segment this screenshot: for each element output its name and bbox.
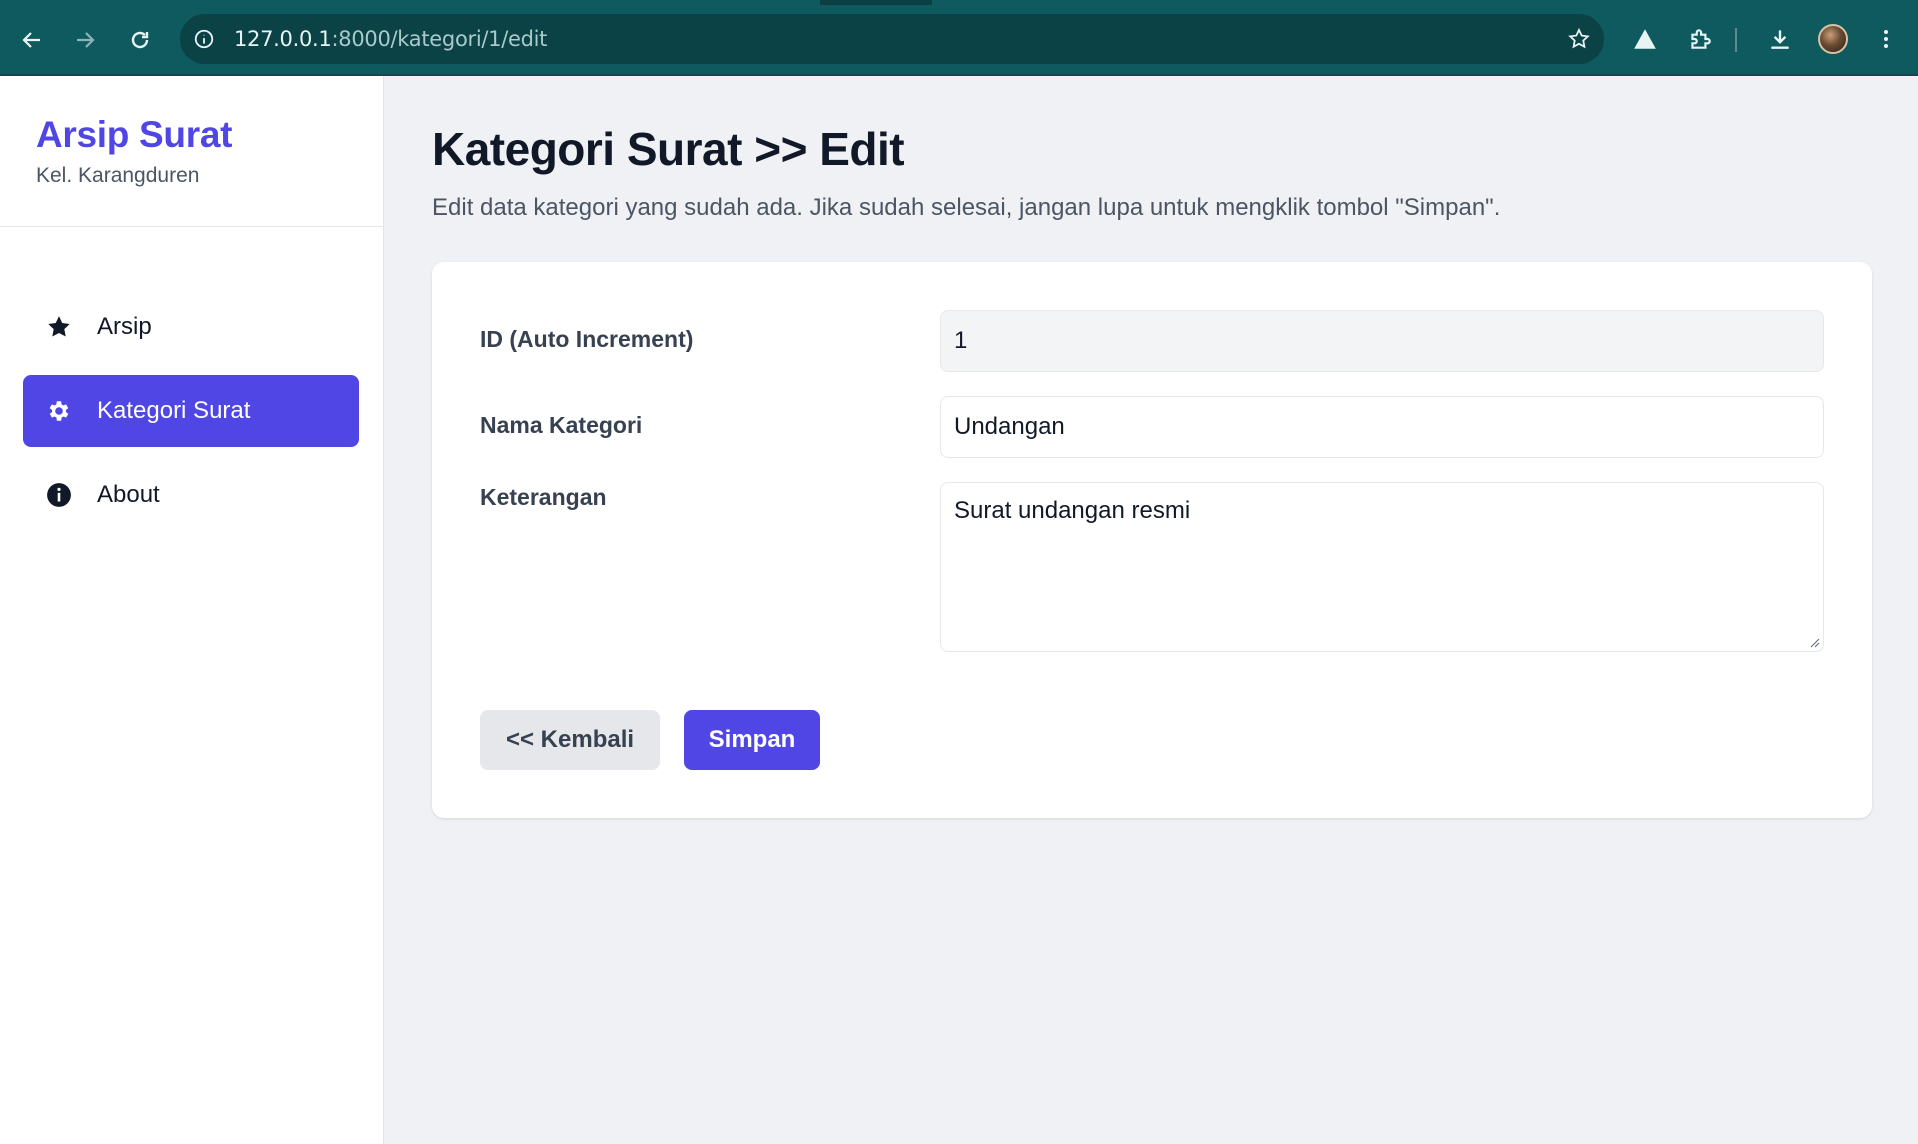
url-path: :8000/kategori/1/edit <box>331 27 548 51</box>
menu-dots-icon[interactable] <box>1869 22 1903 56</box>
star-icon <box>45 313 73 341</box>
brand-subtitle: Kel. Karangduren <box>36 164 200 187</box>
address-bar[interactable]: 127.0.0.1:8000/kategori/1/edit <box>180 14 1604 64</box>
page-title: Kategori Surat >> Edit <box>432 123 905 175</box>
extensions-puzzle-icon[interactable] <box>1683 22 1717 56</box>
browser-toolbar: 127.0.0.1:8000/kategori/1/edit <box>0 0 1918 76</box>
keterangan-value: Surat undangan resmi <box>954 497 1191 524</box>
extension-triangle-icon[interactable] <box>1628 22 1662 56</box>
nama-kategori-input[interactable]: Undangan <box>940 396 1824 458</box>
page-description: Edit data kategori yang sudah ada. Jika … <box>432 194 1501 221</box>
back-arrow-icon[interactable] <box>14 22 50 58</box>
id-field: 1 <box>940 310 1824 372</box>
profile-avatar[interactable] <box>1818 24 1848 54</box>
brand-title[interactable]: Arsip Surat <box>36 114 232 156</box>
nama-kategori-label: Nama Kategori <box>480 412 643 438</box>
keterangan-textarea[interactable]: Surat undangan resmi <box>940 482 1824 652</box>
id-label: ID (Auto Increment) <box>480 326 694 352</box>
back-button[interactable]: << Kembali <box>480 710 660 770</box>
url-text[interactable]: 127.0.0.1:8000/kategori/1/edit <box>234 27 547 51</box>
sidebar: Arsip Surat Kel. Karangduren Arsip Kateg… <box>0 76 384 1144</box>
sidebar-item-arsip[interactable]: Arsip <box>23 291 359 363</box>
keterangan-label: Keterangan <box>480 484 607 510</box>
browser-tab[interactable] <box>932 0 1918 5</box>
site-info-icon[interactable] <box>192 27 216 51</box>
sidebar-item-label: Arsip <box>97 313 152 340</box>
download-icon[interactable] <box>1763 22 1797 56</box>
info-icon <box>45 481 73 509</box>
toolbar-divider <box>1735 28 1737 52</box>
forward-arrow-icon[interactable] <box>67 22 103 58</box>
gear-icon <box>45 397 73 425</box>
reload-icon[interactable] <box>122 22 158 58</box>
bookmark-star-icon[interactable] <box>1566 26 1592 52</box>
resize-handle-icon[interactable] <box>1808 636 1820 648</box>
nama-kategori-value: Undangan <box>954 413 1065 440</box>
id-value: 1 <box>954 327 968 354</box>
sidebar-item-about[interactable]: About <box>23 459 359 531</box>
save-button[interactable]: Simpan <box>684 710 820 770</box>
edit-form-card: ID (Auto Increment) 1 Nama Kategori Unda… <box>432 262 1872 818</box>
browser-tab[interactable] <box>0 0 820 5</box>
sidebar-divider <box>0 226 384 227</box>
sidebar-item-label: Kategori Surat <box>97 397 251 424</box>
tab-strip <box>0 0 1918 5</box>
url-host: 127.0.0.1 <box>234 27 332 51</box>
sidebar-item-kategori-surat[interactable]: Kategori Surat <box>23 375 359 447</box>
sidebar-item-label: About <box>97 481 160 508</box>
